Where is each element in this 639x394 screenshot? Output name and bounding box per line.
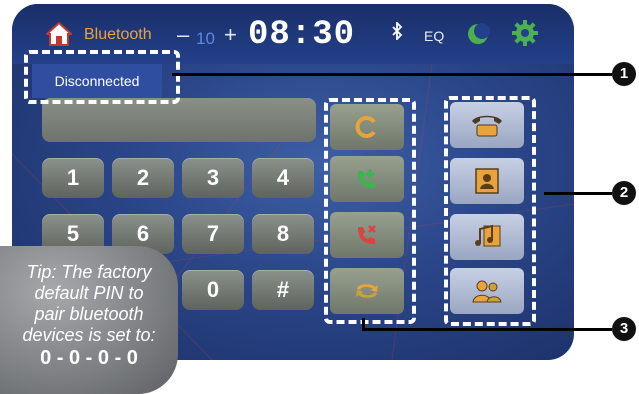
app-title: Bluetooth (84, 26, 152, 43)
night-mode-icon[interactable] (466, 22, 490, 46)
key-8[interactable]: 8 (252, 214, 314, 254)
home-icon[interactable] (46, 22, 72, 46)
key-4[interactable]: 4 (252, 158, 314, 198)
volume-level: 10 (196, 29, 215, 48)
callout-marker-3: 3 (612, 317, 636, 341)
callout-line-3 (362, 328, 612, 331)
dial-number-display (42, 98, 316, 142)
volume-down-button[interactable]: – (177, 22, 189, 48)
tip-line-2: default PIN to (34, 283, 144, 303)
tip-line-3: pair bluetooth (34, 304, 144, 324)
tip-default-pin: 0 - 0 - 0 - 0 (40, 347, 138, 369)
volume-up-button[interactable]: + (224, 22, 237, 48)
tip-line-4: devices is set to: (22, 325, 156, 345)
callout-marker-1: 1 (612, 62, 636, 86)
clock-display: 08:30 (248, 16, 356, 54)
gear-icon[interactable] (510, 18, 540, 48)
key-0[interactable]: 0 (182, 270, 244, 310)
highlight-call-controls (324, 98, 416, 324)
key-3[interactable]: 3 (182, 158, 244, 198)
callout-line-2 (544, 192, 612, 195)
callout-line-1 (172, 73, 612, 76)
key-2[interactable]: 2 (112, 158, 174, 198)
tip-line-1: Tip: The factory (26, 262, 152, 282)
eq-button[interactable]: EQ (424, 28, 444, 44)
bluetooth-icon (392, 22, 403, 40)
callout-marker-2: 2 (612, 181, 636, 205)
key-hash[interactable]: # (252, 270, 314, 310)
key-1[interactable]: 1 (42, 158, 104, 198)
highlight-menu-buttons (444, 96, 536, 326)
highlight-connection-status (24, 50, 180, 104)
pin-tip-bubble: Tip: The factory default PIN to pair blu… (0, 246, 178, 394)
key-7[interactable]: 7 (182, 214, 244, 254)
